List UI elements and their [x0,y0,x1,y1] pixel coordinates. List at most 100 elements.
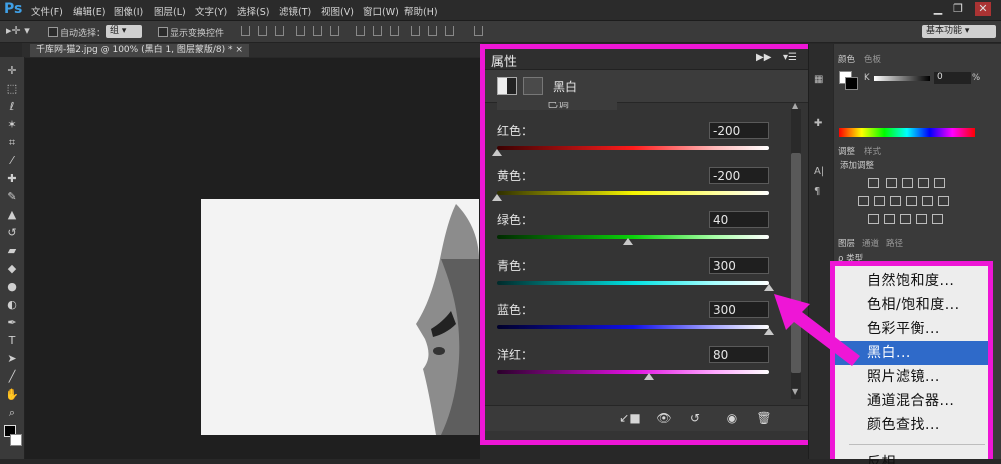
gradient-map-icon[interactable] [916,214,927,224]
magic-wand-icon[interactable]: ✶ [4,117,20,133]
collapse-icon[interactable]: ▶▶ [756,52,771,63]
invert-icon[interactable] [868,214,879,224]
color-spectrum-bar[interactable] [839,128,975,137]
paint-bucket-icon[interactable]: ◆ [4,261,20,277]
black-white-icon[interactable] [890,196,901,206]
auto-align-icon[interactable] [474,26,483,36]
delete-icon[interactable]: 🗑 [753,410,775,426]
cat-photo-canvas[interactable] [201,199,479,435]
curves-icon[interactable] [902,178,913,188]
green-slider-track[interactable] [497,235,769,239]
photo-filter-icon[interactable] [906,196,917,206]
menu-help[interactable]: 帮助(H) [404,4,438,18]
menu-window[interactable]: 窗口(W) [363,4,399,18]
yellow-value-input[interactable]: -200 [709,167,769,184]
hand-tool-icon[interactable]: ✋ [4,387,20,403]
tab-styles[interactable]: 样式 [864,145,881,157]
move-tool-icon[interactable]: ✛ [4,63,20,79]
vibrance-icon[interactable] [934,178,945,188]
distribute-top-icon[interactable] [356,26,365,36]
posterize-icon[interactable] [884,214,895,224]
brightness-icon[interactable] [868,178,879,188]
restore-icon[interactable]: ❐ [950,2,966,16]
type-tool-icon[interactable]: T [4,333,20,349]
workspace-dropdown[interactable]: 基本功能 ▾ [922,25,996,38]
menu-item-channel-mixer[interactable]: 通道混合器... [835,389,988,413]
adjustment-icon[interactable] [497,77,517,95]
align-right-icon[interactable] [330,26,339,36]
eraser-icon[interactable]: ▰ [4,243,20,259]
exposure-icon[interactable] [918,178,929,188]
auto-select-checkbox[interactable] [48,27,58,37]
k-value[interactable]: 0 [934,72,971,84]
align-top-icon[interactable] [241,26,250,36]
minimize-icon[interactable]: ▁ [930,2,946,16]
eyedropper-icon[interactable]: ⁄ [4,153,20,169]
align-hcenter-icon[interactable] [313,26,322,36]
green-slider-thumb[interactable] [622,238,633,245]
menu-image[interactable]: 图像(I) [114,4,143,18]
paragraph-icon[interactable]: ¶ [814,186,820,197]
pen-tool-icon[interactable]: ✒ [4,315,20,331]
marquee-tool-icon[interactable]: ⬚ [4,81,20,97]
align-vcenter-icon[interactable] [258,26,267,36]
document-tab[interactable]: 千库网-猫2.jpg @ 100% (黑白 1, 图层蒙版/8) * × [30,44,249,57]
healing-brush-icon[interactable]: ✚ [4,171,20,187]
blue-value-input[interactable]: 300 [709,301,769,318]
menu-select[interactable]: 选择(S) [237,4,269,18]
clone-stamp-icon[interactable]: ▲ [4,207,20,223]
bg-color-chip[interactable] [845,77,858,90]
menu-item-color-lookup[interactable]: 颜色查找... [835,413,988,437]
menu-item-invert[interactable]: 反相 [835,450,988,464]
tab-paths[interactable]: 路径 [886,237,903,249]
brush-tool-icon[interactable]: ✎ [4,189,20,205]
distribute-bottom-icon[interactable] [390,26,399,36]
histogram-icon[interactable]: ▦ [814,74,823,85]
tab-channels[interactable]: 通道 [862,237,879,249]
preset-row[interactable]: 已调 [497,102,617,110]
crop-tool-icon[interactable]: ⌗ [4,135,20,151]
history-brush-icon[interactable]: ↺ [4,225,20,241]
color-lookup-icon[interactable] [938,196,949,206]
yellow-slider-thumb[interactable] [492,194,502,201]
close-icon[interactable]: ✕ [975,2,991,16]
line-tool-icon[interactable]: ╱ [4,369,20,385]
menu-edit[interactable]: 编辑(E) [73,4,105,18]
path-select-icon[interactable]: ➤ [4,351,20,367]
red-slider-thumb[interactable] [492,149,502,156]
k-slider[interactable] [874,76,930,81]
show-transform-checkbox[interactable] [158,27,168,37]
tab-adjustments[interactable]: 调整 [838,145,855,157]
mask-icon[interactable] [523,77,543,95]
scroll-up-icon[interactable]: ▲ [792,101,798,110]
distribute-left-icon[interactable] [411,26,420,36]
align-left-icon[interactable] [296,26,305,36]
magenta-value-input[interactable]: 80 [709,346,769,363]
green-value-input[interactable]: 40 [709,211,769,228]
character-icon[interactable]: A| [814,166,824,177]
menu-file[interactable]: 文件(F) [31,4,63,18]
tab-layers[interactable]: 图层 [838,237,855,249]
auto-select-dropdown[interactable]: 组 ▾ [106,25,142,38]
magenta-slider-track[interactable] [497,370,769,374]
yellow-slider-track[interactable] [497,191,769,195]
distribute-vcenter-icon[interactable] [373,26,382,36]
cyan-slider-track[interactable] [497,281,769,285]
panel-menu-icon[interactable]: ▾☰ [783,52,797,63]
red-slider-track[interactable] [497,146,769,150]
distribute-hcenter-icon[interactable] [428,26,437,36]
view-previous-icon[interactable]: 👁 [653,410,675,426]
dodge-tool-icon[interactable]: ◐ [4,297,20,313]
magenta-slider-thumb[interactable] [644,373,655,380]
blur-tool-icon[interactable]: ● [4,279,20,295]
distribute-right-icon[interactable] [445,26,454,36]
reset-icon[interactable]: ↺ [684,410,706,426]
tab-swatches[interactable]: 色板 [864,53,881,65]
menu-filter[interactable]: 滤镜(T) [279,4,311,18]
tab-close-icon[interactable]: × [235,45,243,55]
channel-mixer-icon[interactable] [922,196,933,206]
tab-color[interactable]: 颜色 [838,53,855,65]
levels-icon[interactable] [886,178,897,188]
visibility-eye-icon[interactable]: ◉ [721,410,743,426]
color-balance-icon[interactable] [874,196,885,206]
